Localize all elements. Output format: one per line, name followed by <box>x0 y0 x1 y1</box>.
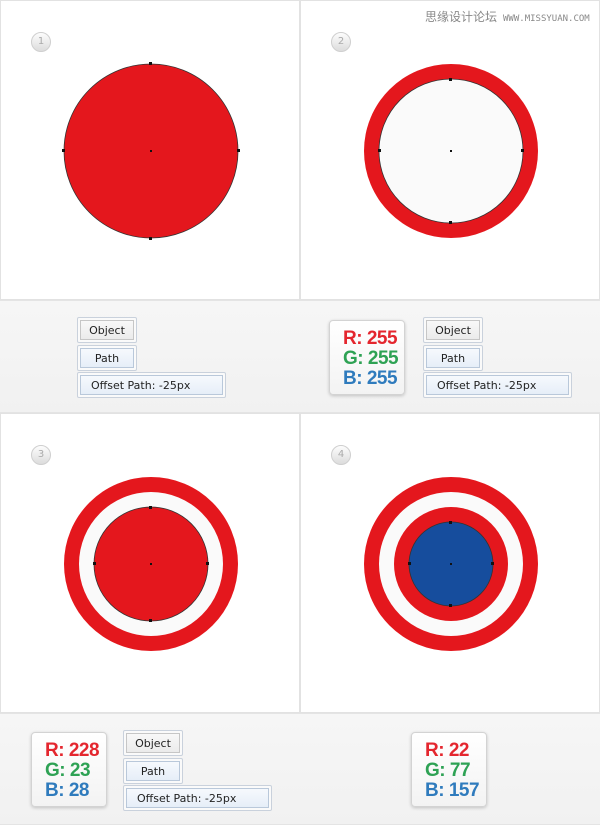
path-menu-button[interactable]: Path <box>123 758 183 784</box>
object-menu-button[interactable]: Object <box>77 317 137 343</box>
step-badge: 1 <box>31 32 51 52</box>
rgb-color-card: R: 255 G: 255 B: 255 <box>329 320 405 395</box>
offset-path-menu-item[interactable]: Offset Path: -25px <box>77 372 226 398</box>
step-3-panel: 3 <box>0 413 300 713</box>
rgb-color-card: R: 22 G: 77 B: 157 <box>411 732 487 807</box>
step-badge: 3 <box>31 445 51 465</box>
object-menu-button[interactable]: Object <box>123 730 183 756</box>
watermark: 思缘设计论坛 WWW.MISSYUAN.COM <box>425 10 590 24</box>
object-menu-button[interactable]: Object <box>423 317 483 343</box>
step-badge: 4 <box>331 445 351 465</box>
instruction-strip-1: Object Path Offset Path: -25px R: 255 G:… <box>0 300 600 413</box>
step-2-panel: 2 <box>300 0 600 300</box>
rgb-color-card: R: 228 G: 23 B: 28 <box>31 732 107 807</box>
offset-path-menu-item[interactable]: Offset Path: -25px <box>123 785 272 811</box>
path-menu-button[interactable]: Path <box>423 345 483 371</box>
step-4-panel: 4 <box>300 413 600 713</box>
step-1-panel: 1 <box>0 0 300 300</box>
step-badge: 2 <box>331 32 351 52</box>
instruction-strip-2: R: 228 G: 23 B: 28 Object Path Offset Pa… <box>0 713 600 825</box>
path-menu-button[interactable]: Path <box>77 345 137 371</box>
offset-path-menu-item[interactable]: Offset Path: -25px <box>423 372 572 398</box>
